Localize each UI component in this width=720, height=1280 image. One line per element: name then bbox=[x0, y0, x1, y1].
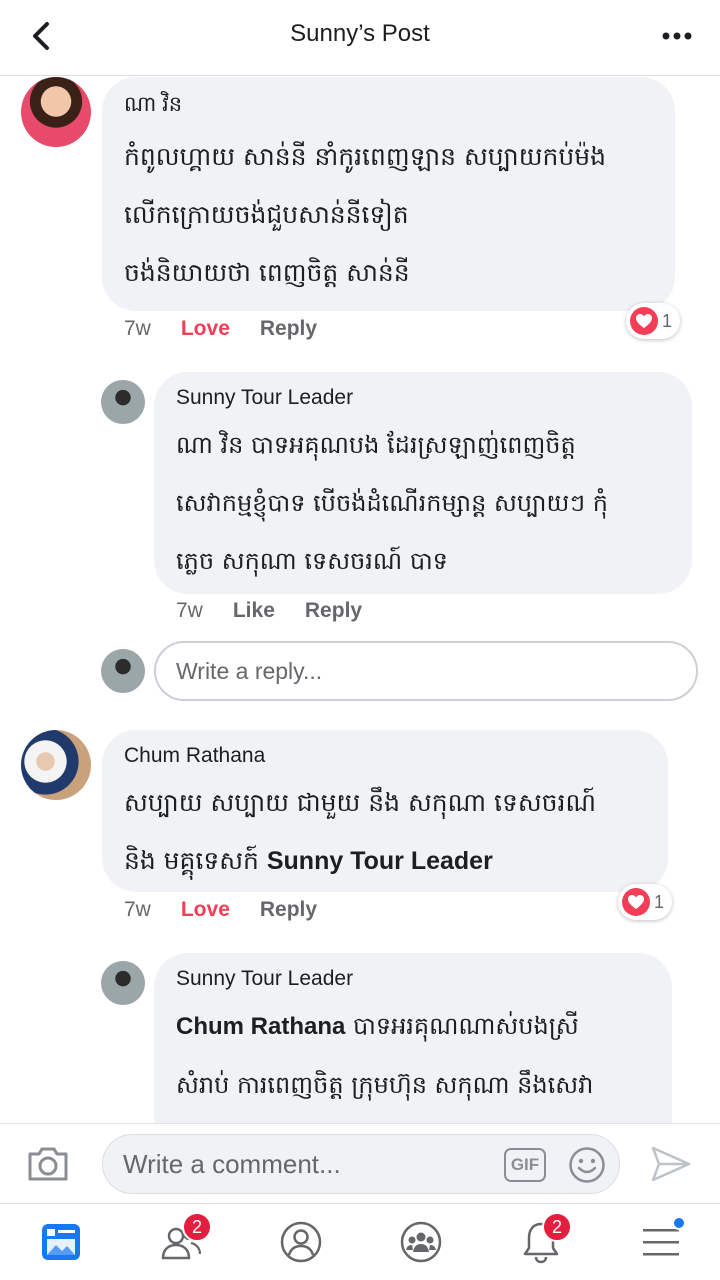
tab-notifications[interactable]: 2 bbox=[516, 1212, 572, 1266]
comment-text-line: ណា វិន បាទអគុណបង ដែរស្រឡាញ់ពេញចិត្ត bbox=[176, 431, 576, 459]
comment-text: បាទអរគុណណាស់បងស្រី bbox=[345, 1012, 579, 1040]
love-button[interactable]: Love bbox=[181, 898, 230, 922]
news-feed-icon bbox=[42, 1224, 80, 1260]
reply-button[interactable]: Reply bbox=[305, 599, 362, 623]
reaction-number: 1 bbox=[662, 310, 673, 331]
mention-link[interactable]: Chum Rathana bbox=[176, 1013, 345, 1040]
comment-placeholder: Write a comment... bbox=[123, 1148, 341, 1179]
comment-author[interactable]: Sunny Tour Leader bbox=[176, 967, 652, 991]
groups-icon bbox=[400, 1221, 442, 1263]
comment-text-line: ចង់និយាយថា ពេញចិត្ត សាន់នី bbox=[124, 258, 410, 287]
reply-input[interactable]: Write a reply... bbox=[154, 641, 698, 701]
comment-bubble[interactable]: ណា វិន កំពូលហ្គាយ សាន់នី នាំកូរពេញឡាន សប… bbox=[102, 77, 675, 311]
comment-thread: ណា វិន កំពូលហ្គាយ សាន់នី នាំកូរពេញឡាន សប… bbox=[0, 77, 720, 1123]
reaction-count[interactable]: 1 bbox=[618, 884, 673, 920]
avatar[interactable] bbox=[21, 730, 91, 800]
avatar[interactable] bbox=[21, 77, 91, 147]
comment-actions: 7w Love Reply bbox=[124, 898, 347, 922]
friends-badge: 2 bbox=[182, 1212, 212, 1242]
avatar bbox=[101, 649, 145, 693]
comment-text-line: ភ្លេច សកុណា ទេសចរណ៍ បាទ bbox=[176, 547, 448, 575]
menu-icon bbox=[643, 1229, 679, 1256]
tab-groups[interactable] bbox=[396, 1218, 446, 1266]
bottom-navigation: 2 2 bbox=[0, 1203, 720, 1280]
comment-text-line: សប្បាយ សប្បាយ ជាមួយ នឹង សកុណា ទេសចរណ៍ bbox=[124, 788, 596, 817]
love-button[interactable]: Love bbox=[181, 317, 230, 341]
reply-button[interactable]: Reply bbox=[260, 898, 317, 922]
camera-icon bbox=[28, 1147, 68, 1181]
heart-icon bbox=[630, 307, 658, 335]
more-horizontal-icon bbox=[662, 32, 692, 40]
avatar[interactable] bbox=[101, 961, 145, 1005]
like-button[interactable]: Like bbox=[233, 599, 275, 623]
comment-text-line: លើកក្រោយចង់ជួបសាន់នីទៀត bbox=[124, 200, 409, 229]
reaction-number: 1 bbox=[654, 891, 665, 912]
comment-text-line: សេវាកម្មខ្ញុំបាទ បើចង់ដំណើរកម្សាន្ត សប្ប… bbox=[176, 489, 608, 517]
page-title: Sunny’s Post bbox=[290, 20, 430, 47]
tab-menu[interactable] bbox=[636, 1216, 686, 1266]
camera-button[interactable] bbox=[26, 1144, 70, 1184]
comment-text: និង មគ្គុទេសក៍ bbox=[124, 846, 267, 875]
reply-bubble[interactable]: Sunny Tour Leader Chum Rathana បាទអរគុណណ… bbox=[154, 953, 672, 1123]
comment-composer: Write a comment... GIF bbox=[0, 1123, 720, 1203]
comment-text-line: Chum Rathana បាទអរគុណណាស់បងស្រី bbox=[176, 997, 652, 1056]
timestamp[interactable]: 7w bbox=[124, 317, 151, 341]
menu-new-indicator bbox=[672, 1216, 686, 1230]
profile-icon bbox=[280, 1221, 322, 1263]
tab-news-feed[interactable] bbox=[36, 1218, 86, 1266]
tab-profile[interactable] bbox=[276, 1218, 326, 1266]
avatar[interactable] bbox=[101, 380, 145, 424]
gif-button[interactable]: GIF bbox=[504, 1148, 546, 1182]
send-button[interactable] bbox=[650, 1144, 692, 1184]
comment-actions: 7w Love Reply bbox=[124, 317, 347, 341]
comment-actions: 7w Like Reply bbox=[176, 599, 392, 623]
reply-button[interactable]: Reply bbox=[260, 317, 317, 341]
comment-text-line: កំពូលហ្គាយ សាន់នី នាំកូរពេញឡាន សប្បាយកប់… bbox=[124, 142, 606, 171]
top-bar: Sunny’s Post bbox=[0, 0, 720, 76]
comment-author[interactable]: Sunny Tour Leader bbox=[176, 386, 672, 410]
emoji-button[interactable] bbox=[568, 1146, 606, 1184]
send-icon bbox=[651, 1146, 691, 1182]
comment-author[interactable]: Chum Rathana bbox=[124, 744, 648, 768]
comment-bubble[interactable]: Chum Rathana សប្បាយ សប្បាយ ជាមួយ នឹង សកុ… bbox=[102, 730, 668, 892]
mention-link[interactable]: Sunny Tour Leader bbox=[267, 847, 493, 875]
reaction-count[interactable]: 1 bbox=[626, 303, 681, 339]
reply-placeholder: Write a reply... bbox=[176, 657, 323, 684]
timestamp[interactable]: 7w bbox=[176, 599, 203, 623]
comment-text-line: សំរាប់ ការពេញចិត្ត ក្រុមហ៊ុន សកុណា នឹងសេ… bbox=[176, 1071, 594, 1099]
tab-friends[interactable]: 2 bbox=[156, 1212, 212, 1266]
comment-text-line: និង មគ្គុទេសក៍ Sunny Tour Leader bbox=[124, 832, 648, 890]
comment-author[interactable]: ណា វិន bbox=[124, 91, 655, 122]
more-options-button[interactable] bbox=[660, 22, 694, 50]
timestamp[interactable]: 7w bbox=[124, 898, 151, 922]
heart-icon bbox=[622, 888, 650, 916]
reply-bubble[interactable]: Sunny Tour Leader ណា វិន បាទអគុណបង ដែរស្… bbox=[154, 372, 692, 594]
smiley-icon bbox=[569, 1147, 605, 1183]
notifications-badge: 2 bbox=[542, 1212, 572, 1242]
